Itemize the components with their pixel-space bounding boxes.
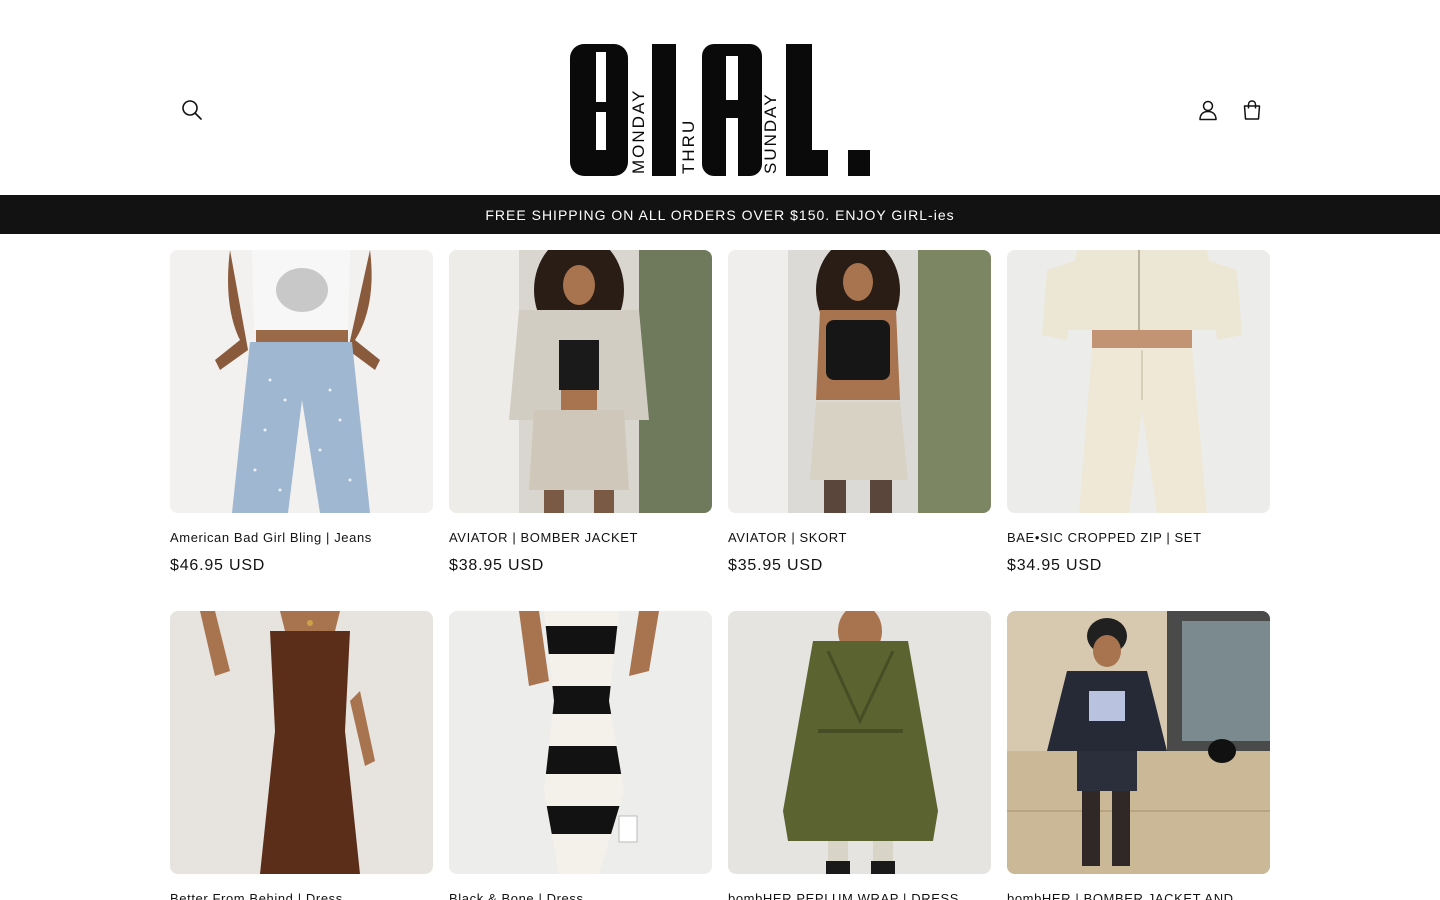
product-image[interactable] <box>170 611 433 874</box>
search-button[interactable] <box>170 88 214 132</box>
product-image[interactable] <box>449 611 712 874</box>
search-icon <box>181 99 203 121</box>
product-image[interactable] <box>1007 250 1270 513</box>
user-icon <box>1197 99 1219 121</box>
product-image[interactable] <box>728 250 991 513</box>
product-title[interactable]: bombHER PEPLUM WRAP | DRESS <box>728 891 959 900</box>
product-card[interactable]: AVIATOR | SKORT $35.95 USD <box>728 250 991 574</box>
announcement-bar: FREE SHIPPING ON ALL ORDERS OVER $150. E… <box>0 195 1440 234</box>
logo-word-monday: MONDAY <box>629 89 648 174</box>
product-card[interactable]: bombHER PEPLUM WRAP | DRESS <box>728 611 991 900</box>
product-title[interactable]: AVIATOR | SKORT <box>728 530 847 545</box>
product-card[interactable]: Better From Behind | Dress <box>170 611 433 900</box>
product-price: $34.95 USD <box>1007 557 1103 574</box>
product-image[interactable] <box>449 250 712 513</box>
product-title[interactable]: bombHER | BOMBER JACKET AND <box>1007 891 1234 900</box>
product-title[interactable]: Black & Bone | Dress <box>449 891 584 900</box>
product-title[interactable]: Better From Behind | Dress <box>170 891 343 900</box>
product-card[interactable]: Black & Bone | Dress <box>449 611 712 900</box>
logo-word-sunday: SUNDAY <box>761 92 780 174</box>
product-price: $38.95 USD <box>449 557 545 574</box>
product-image[interactable] <box>170 250 433 513</box>
product-price: $35.95 USD <box>728 557 824 574</box>
product-title[interactable]: American Bad Girl Bling | Jeans <box>170 530 372 545</box>
site-logo[interactable]: MONDAY THRU SUNDAY <box>568 42 872 178</box>
product-image[interactable] <box>1007 611 1270 874</box>
site-header: MONDAY THRU SUNDAY <box>0 0 1440 195</box>
product-title[interactable]: BAE•SIC CROPPED ZIP | SET <box>1007 530 1202 545</box>
bag-icon <box>1241 99 1263 121</box>
account-button[interactable] <box>1186 88 1230 132</box>
logo-word-thru: THRU <box>679 119 698 174</box>
product-price: $46.95 USD <box>170 557 266 574</box>
product-card[interactable]: bombHER | BOMBER JACKET AND <box>1007 611 1270 900</box>
product-card[interactable]: AVIATOR | BOMBER JACKET $38.95 USD <box>449 250 712 574</box>
product-card[interactable]: BAE•SIC CROPPED ZIP | SET $34.95 USD <box>1007 250 1270 574</box>
announcement-text: FREE SHIPPING ON ALL ORDERS OVER $150. E… <box>485 206 955 223</box>
product-card[interactable]: American Bad Girl Bling | Jeans $46.95 U… <box>170 250 433 574</box>
product-image[interactable] <box>728 611 991 874</box>
product-title[interactable]: AVIATOR | BOMBER JACKET <box>449 530 638 545</box>
cart-button[interactable] <box>1230 88 1274 132</box>
